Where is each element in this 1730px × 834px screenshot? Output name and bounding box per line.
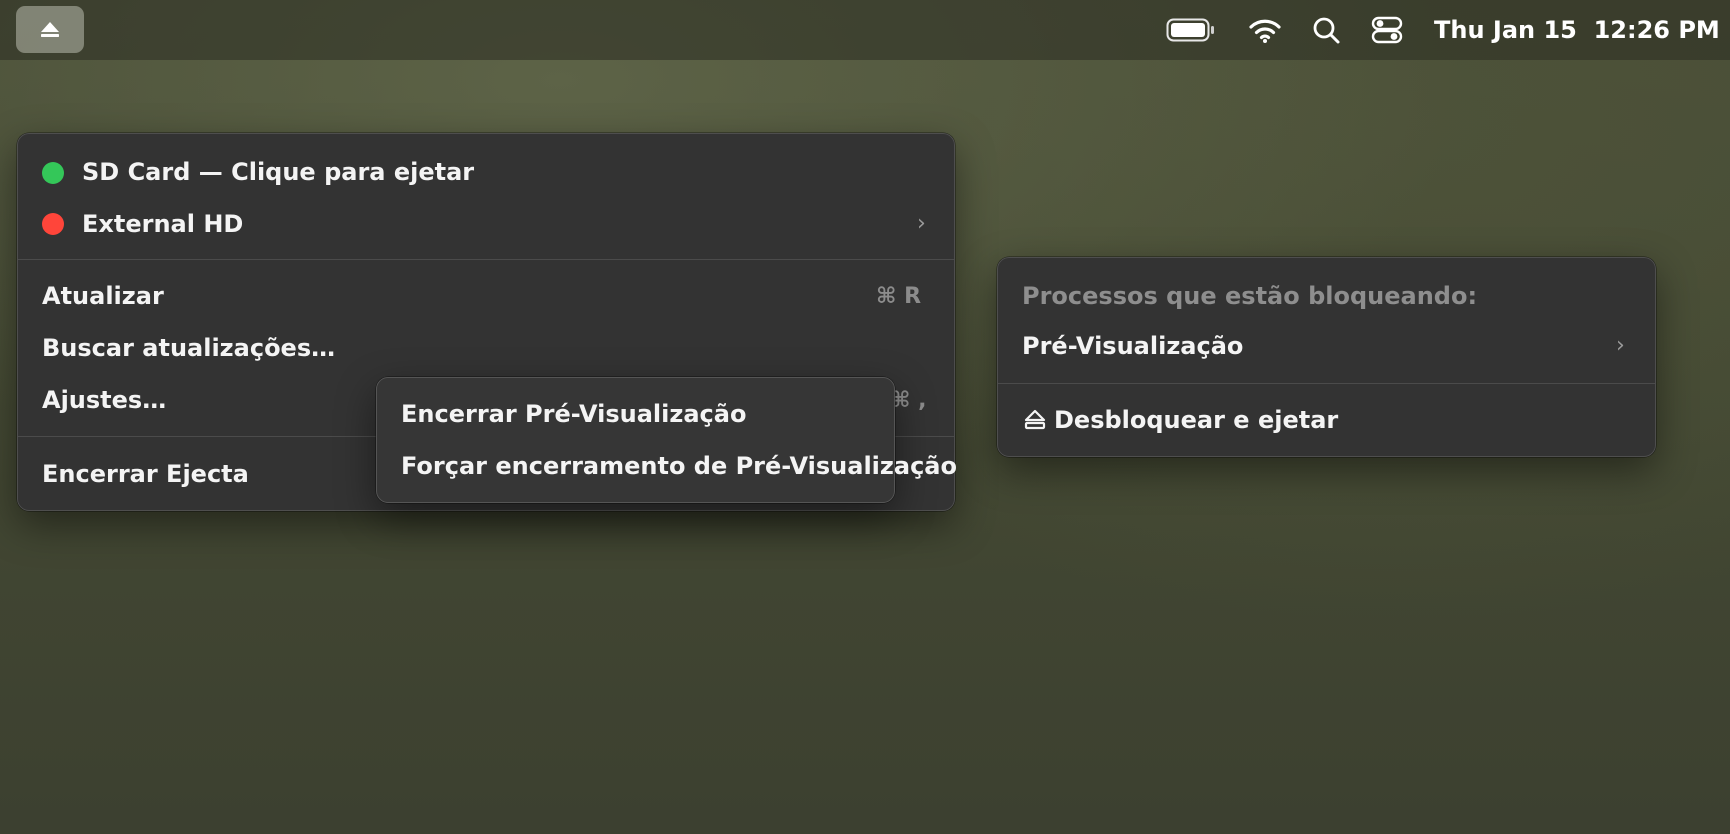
wifi-icon[interactable]: [1248, 16, 1282, 44]
blocking-processes-menu: Processos que estão bloqueando: Pré-Visu…: [997, 257, 1656, 457]
process-label: Pré-Visualização: [1022, 332, 1244, 360]
chevron-right-icon: ›: [1616, 333, 1625, 358]
settings-shortcut: ⌘ ,: [890, 388, 927, 413]
menu-item-force-quit-preview[interactable]: Forçar encerramento de Pré-Visualização: [401, 450, 957, 482]
refresh-shortcut: ⌘ R: [876, 284, 922, 309]
separator: [18, 259, 954, 260]
menu-bar: Thu Jan 15 12:26 PM: [0, 0, 1730, 60]
volume-label: SD Card — Clique para ejetar: [82, 158, 475, 186]
status-dot-red: [42, 213, 64, 235]
settings-label: Ajustes…: [42, 386, 167, 414]
blocking-processes-header: Processos que estão bloqueando:: [1022, 282, 1478, 310]
control-center-icon[interactable]: [1371, 15, 1403, 45]
menu-item-quit[interactable]: Encerrar Ejecta: [42, 458, 249, 490]
refresh-label: Atualizar: [42, 282, 164, 310]
unlock-eject-icon: [1024, 409, 1046, 431]
separator: [998, 383, 1655, 384]
process-actions-submenu: Encerrar Pré-Visualização Forçar encerra…: [376, 377, 957, 503]
menu-bar-clock[interactable]: Thu Jan 15 12:26 PM: [1434, 14, 1720, 46]
menu-item-check-updates[interactable]: Buscar atualizações…: [42, 332, 335, 364]
search-icon[interactable]: [1312, 16, 1342, 46]
unlock-eject-label: Desbloquear e ejetar: [1054, 406, 1339, 434]
eject-icon: [39, 21, 61, 39]
eject-menu-extra[interactable]: [16, 6, 84, 53]
volume-label: External HD: [82, 210, 244, 238]
status-dot-green: [42, 162, 64, 184]
battery-icon[interactable]: [1166, 16, 1216, 44]
chevron-right-icon: ›: [917, 211, 926, 236]
menu-item-quit-preview[interactable]: Encerrar Pré-Visualização: [401, 398, 746, 430]
